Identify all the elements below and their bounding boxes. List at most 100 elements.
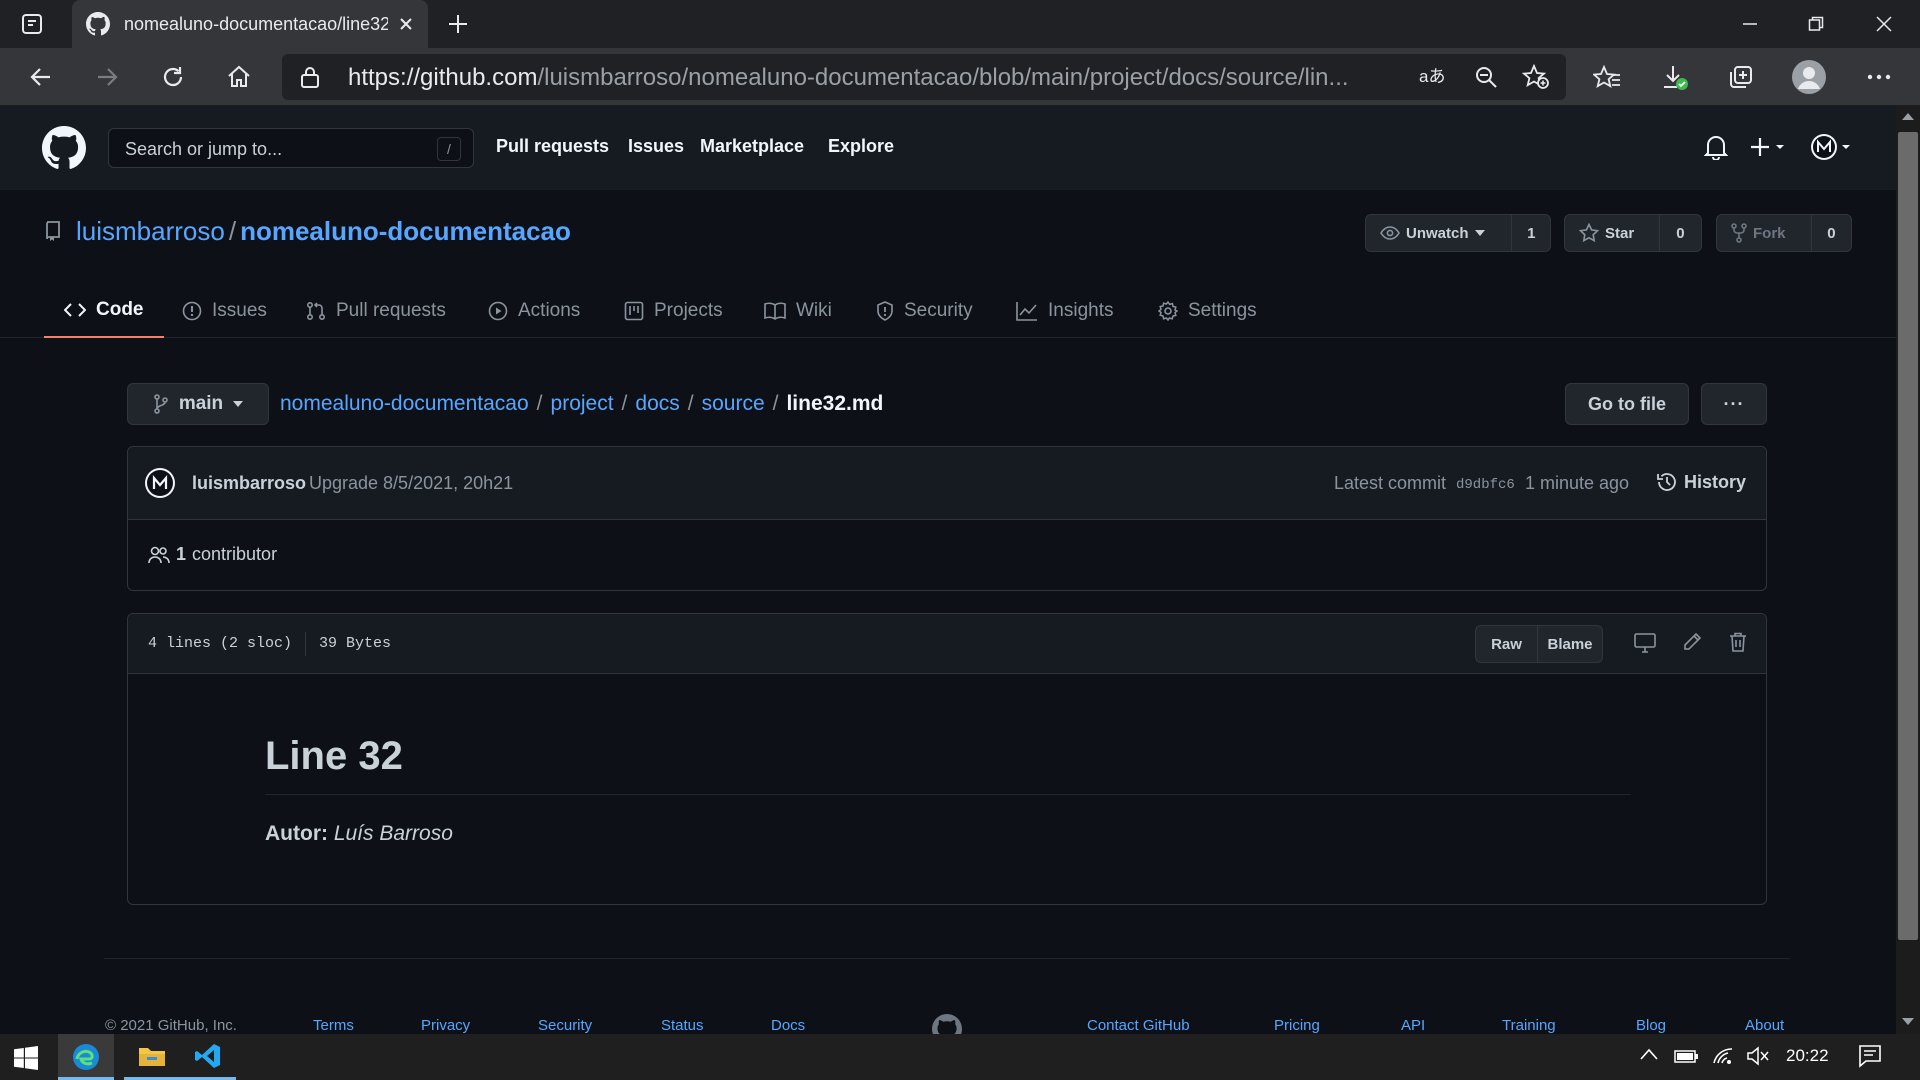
history-link[interactable]: History: [1656, 471, 1746, 493]
tab-settings[interactable]: Settings: [1158, 284, 1257, 338]
forward-icon[interactable]: [92, 62, 122, 92]
tab-security[interactable]: Security: [876, 284, 973, 338]
browser-tab-active[interactable]: nomealuno-documentacao/line32.md at main…: [72, 0, 428, 48]
history-icon: [1656, 471, 1678, 493]
downloads-icon[interactable]: [1660, 62, 1690, 92]
star-count[interactable]: 0: [1660, 215, 1701, 251]
add-favorite-icon[interactable]: [1522, 64, 1550, 90]
raw-button[interactable]: Raw: [1476, 626, 1538, 662]
github-logo-icon[interactable]: [42, 126, 86, 170]
close-tab-icon[interactable]: [398, 16, 414, 32]
windows-taskbar: 20:22: [0, 1034, 1920, 1080]
fork-button[interactable]: Fork: [1717, 215, 1812, 251]
taskbar-edge[interactable]: [58, 1034, 114, 1080]
taskbar-file-explorer[interactable]: [124, 1034, 180, 1080]
breadcrumb-repo[interactable]: nomealuno-documentacao: [280, 392, 529, 415]
footer-contact[interactable]: Contact GitHub: [1087, 1017, 1190, 1034]
windows-start-icon[interactable]: [14, 1046, 38, 1070]
commit-message[interactable]: Upgrade 8/5/2021, 20h21: [309, 473, 513, 494]
fork-icon: [1731, 223, 1747, 243]
breadcrumb-current-file: line32.md: [786, 392, 884, 415]
tab-title: nomealuno-documentacao/line32.md at main…: [124, 13, 388, 34]
close-window-icon[interactable]: [1870, 10, 1898, 38]
scrollbar-thumb[interactable]: [1898, 132, 1918, 940]
zoom-out-icon[interactable]: [1474, 65, 1498, 89]
favorites-icon[interactable]: [1592, 62, 1622, 92]
tray-chevron-up-icon[interactable]: [1640, 1048, 1658, 1060]
unwatch-button[interactable]: Unwatch: [1366, 215, 1513, 251]
footer-pricing[interactable]: Pricing: [1274, 1017, 1320, 1034]
lock-icon[interactable]: [300, 66, 320, 88]
watch-count[interactable]: 1: [1512, 215, 1550, 251]
footer-api[interactable]: API: [1401, 1017, 1425, 1034]
shield-icon: [876, 301, 894, 321]
author-name: Luís Barroso: [333, 822, 453, 845]
repo-title: luismbarroso / nomealuno-documentacao: [76, 216, 571, 247]
footer-docs[interactable]: Docs: [771, 1017, 805, 1034]
breadcrumb-project[interactable]: project: [551, 392, 614, 415]
desktop-icon[interactable]: [1634, 633, 1656, 653]
breadcrumb-docs[interactable]: docs: [635, 392, 679, 415]
volume-muted-icon[interactable]: [1746, 1046, 1770, 1066]
footer-training[interactable]: Training: [1502, 1017, 1556, 1034]
footer-about[interactable]: About: [1745, 1017, 1784, 1034]
profile-avatar-icon[interactable]: [1790, 58, 1828, 96]
tab-projects[interactable]: Projects: [624, 284, 723, 338]
commit-sha[interactable]: d9dbfc6: [1456, 477, 1515, 493]
scroll-down-arrow-icon[interactable]: [1902, 1018, 1914, 1026]
star-button[interactable]: Star: [1565, 215, 1660, 251]
address-bar[interactable]: https://github.com/luismbarroso/nomealun…: [282, 54, 1566, 100]
go-to-file-button[interactable]: Go to file: [1565, 383, 1689, 425]
commit-author[interactable]: luismbarroso: [192, 473, 306, 494]
nav-pull-requests[interactable]: Pull requests: [496, 136, 609, 157]
back-icon[interactable]: [26, 62, 56, 92]
home-icon[interactable]: [224, 62, 254, 92]
more-file-actions-button[interactable]: ···: [1701, 383, 1767, 425]
tab-issues[interactable]: Issues: [182, 284, 267, 338]
fork-label: Fork: [1753, 224, 1786, 242]
breadcrumb-source[interactable]: source: [702, 392, 765, 415]
footer-security[interactable]: Security: [538, 1017, 592, 1034]
author-avatar[interactable]: [144, 467, 176, 499]
minimize-icon[interactable]: [1736, 10, 1764, 38]
search-input[interactable]: Search or jump to... /: [108, 128, 474, 168]
scroll-up-arrow-icon[interactable]: [1902, 112, 1914, 120]
read-aloud-icon[interactable]: aあ: [1418, 65, 1444, 89]
user-avatar-menu[interactable]: [1810, 132, 1852, 162]
footer-terms[interactable]: Terms: [313, 1017, 354, 1034]
tab-actions-icon[interactable]: [20, 12, 44, 36]
fork-count[interactable]: 0: [1812, 215, 1851, 251]
branch-select-button[interactable]: main: [127, 383, 269, 425]
nav-marketplace[interactable]: Marketplace: [700, 136, 804, 157]
tab-insights[interactable]: Insights: [1016, 284, 1113, 338]
trash-icon[interactable]: [1729, 632, 1747, 652]
blame-button[interactable]: Blame: [1538, 626, 1602, 662]
more-options-icon[interactable]: [1864, 62, 1894, 92]
repo-owner-link[interactable]: luismbarroso: [76, 216, 225, 246]
nav-explore[interactable]: Explore: [828, 136, 894, 157]
nav-issues[interactable]: Issues: [628, 136, 684, 157]
contributors-link[interactable]: 1 contributor: [148, 544, 277, 565]
taskbar-vscode[interactable]: [180, 1034, 236, 1080]
notifications-icon[interactable]: [1858, 1044, 1882, 1068]
collections-icon[interactable]: [1726, 62, 1756, 92]
repo-name-link[interactable]: nomealuno-documentacao: [240, 216, 571, 246]
footer-privacy[interactable]: Privacy: [421, 1017, 470, 1034]
file-info-divider: [305, 632, 306, 656]
file-lines-info: 4 lines (2 sloc): [148, 635, 293, 652]
tab-code[interactable]: Code: [44, 284, 164, 338]
wifi-icon[interactable]: [1712, 1046, 1736, 1066]
taskbar-clock[interactable]: 20:22: [1786, 1046, 1829, 1066]
restore-icon[interactable]: [1802, 10, 1830, 38]
battery-icon[interactable]: [1674, 1046, 1700, 1066]
pencil-icon[interactable]: [1682, 632, 1702, 652]
create-new-icon[interactable]: [1750, 136, 1788, 158]
tab-pull-requests[interactable]: Pull requests: [306, 284, 446, 338]
refresh-icon[interactable]: [158, 62, 188, 92]
bell-icon[interactable]: [1704, 134, 1728, 160]
tab-actions[interactable]: Actions: [488, 284, 580, 338]
tab-wiki[interactable]: Wiki: [764, 284, 832, 338]
footer-blog[interactable]: Blog: [1636, 1017, 1666, 1034]
new-tab-icon[interactable]: [444, 10, 472, 38]
footer-status[interactable]: Status: [661, 1017, 704, 1034]
